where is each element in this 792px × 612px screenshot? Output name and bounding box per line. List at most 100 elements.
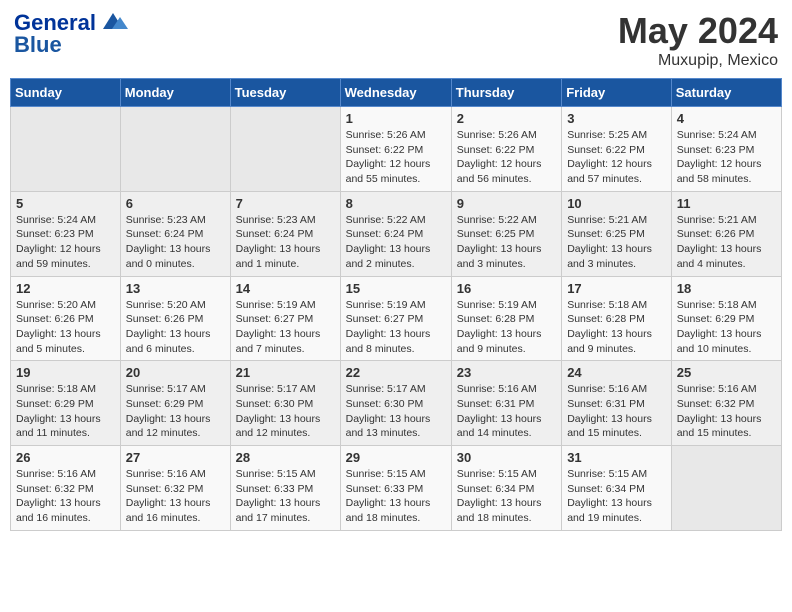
calendar-week-5: 26 Sunrise: 5:16 AM Sunset: 6:32 PM Dayli… — [11, 446, 782, 531]
calendar-cell: 13 Sunrise: 5:20 AM Sunset: 6:26 PM Dayli… — [120, 276, 230, 361]
day-info: Sunrise: 5:17 AM Sunset: 6:29 PM Dayligh… — [126, 382, 225, 441]
day-info: Sunrise: 5:22 AM Sunset: 6:24 PM Dayligh… — [346, 213, 446, 272]
day-info: Sunrise: 5:17 AM Sunset: 6:30 PM Dayligh… — [346, 382, 446, 441]
day-info: Sunrise: 5:19 AM Sunset: 6:28 PM Dayligh… — [457, 298, 556, 357]
calendar-cell: 15Sunrise: 5:19 AM Sunset: 6:27 PM Dayli… — [340, 276, 451, 361]
calendar-cell: 12Sunrise: 5:20 AM Sunset: 6:26 PM Dayli… — [11, 276, 121, 361]
day-number: 4 — [677, 111, 776, 126]
day-number: 9 — [457, 196, 556, 211]
day-info: Sunrise: 5:26 AM Sunset: 6:22 PM Dayligh… — [457, 128, 556, 187]
day-info: Sunrise: 5:20 AM Sunset: 6:26 PM Dayligh… — [16, 298, 115, 357]
day-number: 25 — [677, 365, 776, 380]
day-number: 20 — [126, 365, 225, 380]
calendar-cell: 31 Sunrise: 5:15 AM Sunset: 6:34 PM Dayli… — [562, 446, 672, 531]
logo-blue: Blue — [14, 32, 62, 58]
day-number: 18 — [677, 281, 776, 296]
day-info: Sunrise: 5:16 AM Sunset: 6:31 PM Dayligh… — [457, 382, 556, 441]
weekday-header-friday: Friday — [562, 79, 672, 107]
day-number: 17 — [567, 281, 666, 296]
calendar-cell: 14 Sunrise: 5:19 AM Sunset: 6:27 PM Dayli… — [230, 276, 340, 361]
day-number: 1 — [346, 111, 446, 126]
day-info: Sunrise: 5:16 AM Sunset: 6:32 PM Dayligh… — [16, 467, 115, 526]
day-info: Sunrise: 5:23 AM Sunset: 6:24 PM Dayligh… — [126, 213, 225, 272]
day-info: Sunrise: 5:25 AM Sunset: 6:22 PM Dayligh… — [567, 128, 666, 187]
weekday-header-thursday: Thursday — [451, 79, 561, 107]
day-info: Sunrise: 5:15 AM Sunset: 6:33 PM Dayligh… — [236, 467, 335, 526]
logo: General Blue — [14, 10, 128, 58]
day-info: Sunrise: 5:24 AM Sunset: 6:23 PM Dayligh… — [16, 213, 115, 272]
calendar-cell: 11 Sunrise: 5:21 AM Sunset: 6:26 PM Dayli… — [671, 191, 781, 276]
day-number: 31 — [567, 450, 666, 465]
day-number: 30 — [457, 450, 556, 465]
day-number: 7 — [236, 196, 335, 211]
calendar-cell: 30Sunrise: 5:15 AM Sunset: 6:34 PM Dayli… — [451, 446, 561, 531]
day-number: 22 — [346, 365, 446, 380]
calendar-week-3: 12Sunrise: 5:20 AM Sunset: 6:26 PM Dayli… — [11, 276, 782, 361]
calendar-cell: 2 Sunrise: 5:26 AM Sunset: 6:22 PM Daylig… — [451, 107, 561, 192]
calendar-cell — [11, 107, 121, 192]
calendar-week-2: 5 Sunrise: 5:24 AM Sunset: 6:23 PM Daylig… — [11, 191, 782, 276]
weekday-header-wednesday: Wednesday — [340, 79, 451, 107]
subtitle: Muxupip, Mexico — [618, 52, 778, 70]
day-info: Sunrise: 5:18 AM Sunset: 6:29 PM Dayligh… — [16, 382, 115, 441]
calendar-cell: 20 Sunrise: 5:17 AM Sunset: 6:29 PM Dayli… — [120, 361, 230, 446]
calendar-cell: 18 Sunrise: 5:18 AM Sunset: 6:29 PM Dayli… — [671, 276, 781, 361]
calendar-cell: 16 Sunrise: 5:19 AM Sunset: 6:28 PM Dayli… — [451, 276, 561, 361]
day-info: Sunrise: 5:18 AM Sunset: 6:29 PM Dayligh… — [677, 298, 776, 357]
day-info: Sunrise: 5:19 AM Sunset: 6:27 PM Dayligh… — [236, 298, 335, 357]
day-number: 13 — [126, 281, 225, 296]
day-info: Sunrise: 5:21 AM Sunset: 6:25 PM Dayligh… — [567, 213, 666, 272]
page-header: General Blue May 2024 Muxupip, Mexico — [10, 10, 782, 70]
day-info: Sunrise: 5:22 AM Sunset: 6:25 PM Dayligh… — [457, 213, 556, 272]
day-info: Sunrise: 5:15 AM Sunset: 6:34 PM Dayligh… — [567, 467, 666, 526]
calendar-cell — [230, 107, 340, 192]
weekday-header-sunday: Sunday — [11, 79, 121, 107]
day-info: Sunrise: 5:15 AM Sunset: 6:33 PM Dayligh… — [346, 467, 446, 526]
day-info: Sunrise: 5:16 AM Sunset: 6:31 PM Dayligh… — [567, 382, 666, 441]
calendar-cell: 28Sunrise: 5:15 AM Sunset: 6:33 PM Dayli… — [230, 446, 340, 531]
day-info: Sunrise: 5:16 AM Sunset: 6:32 PM Dayligh… — [126, 467, 225, 526]
day-number: 29 — [346, 450, 446, 465]
calendar-week-1: 1 Sunrise: 5:26 AM Sunset: 6:22 PM Daylig… — [11, 107, 782, 192]
day-number: 8 — [346, 196, 446, 211]
calendar-cell: 7 Sunrise: 5:23 AM Sunset: 6:24 PM Daylig… — [230, 191, 340, 276]
day-info: Sunrise: 5:20 AM Sunset: 6:26 PM Dayligh… — [126, 298, 225, 357]
day-number: 14 — [236, 281, 335, 296]
main-title: May 2024 — [618, 10, 778, 52]
weekday-header-row: SundayMondayTuesdayWednesdayThursdayFrid… — [11, 79, 782, 107]
day-info: Sunrise: 5:26 AM Sunset: 6:22 PM Dayligh… — [346, 128, 446, 187]
calendar-week-4: 19Sunrise: 5:18 AM Sunset: 6:29 PM Dayli… — [11, 361, 782, 446]
day-number: 5 — [16, 196, 115, 211]
day-info: Sunrise: 5:23 AM Sunset: 6:24 PM Dayligh… — [236, 213, 335, 272]
calendar-table: SundayMondayTuesdayWednesdayThursdayFrid… — [10, 78, 782, 531]
title-block: May 2024 Muxupip, Mexico — [618, 10, 778, 70]
day-number: 15 — [346, 281, 446, 296]
weekday-header-tuesday: Tuesday — [230, 79, 340, 107]
weekday-header-saturday: Saturday — [671, 79, 781, 107]
calendar-cell: 22 Sunrise: 5:17 AM Sunset: 6:30 PM Dayli… — [340, 361, 451, 446]
day-number: 10 — [567, 196, 666, 211]
calendar-cell: 21Sunrise: 5:17 AM Sunset: 6:30 PM Dayli… — [230, 361, 340, 446]
day-number: 26 — [16, 450, 115, 465]
calendar-cell: 26 Sunrise: 5:16 AM Sunset: 6:32 PM Dayli… — [11, 446, 121, 531]
calendar-cell: 25 Sunrise: 5:16 AM Sunset: 6:32 PM Dayli… — [671, 361, 781, 446]
calendar-cell — [671, 446, 781, 531]
day-number: 11 — [677, 196, 776, 211]
calendar-cell: 9 Sunrise: 5:22 AM Sunset: 6:25 PM Daylig… — [451, 191, 561, 276]
day-number: 3 — [567, 111, 666, 126]
day-info: Sunrise: 5:16 AM Sunset: 6:32 PM Dayligh… — [677, 382, 776, 441]
calendar-cell: 5 Sunrise: 5:24 AM Sunset: 6:23 PM Daylig… — [11, 191, 121, 276]
calendar-cell: 8 Sunrise: 5:22 AM Sunset: 6:24 PM Daylig… — [340, 191, 451, 276]
day-number: 6 — [126, 196, 225, 211]
day-number: 21 — [236, 365, 335, 380]
calendar-cell: 4 Sunrise: 5:24 AM Sunset: 6:23 PM Daylig… — [671, 107, 781, 192]
weekday-header-monday: Monday — [120, 79, 230, 107]
calendar-cell: 29 Sunrise: 5:15 AM Sunset: 6:33 PM Dayli… — [340, 446, 451, 531]
day-info: Sunrise: 5:24 AM Sunset: 6:23 PM Dayligh… — [677, 128, 776, 187]
day-number: 16 — [457, 281, 556, 296]
day-number: 27 — [126, 450, 225, 465]
day-info: Sunrise: 5:21 AM Sunset: 6:26 PM Dayligh… — [677, 213, 776, 272]
day-number: 2 — [457, 111, 556, 126]
logo-icon — [98, 11, 128, 33]
calendar-cell: 1 Sunrise: 5:26 AM Sunset: 6:22 PM Daylig… — [340, 107, 451, 192]
